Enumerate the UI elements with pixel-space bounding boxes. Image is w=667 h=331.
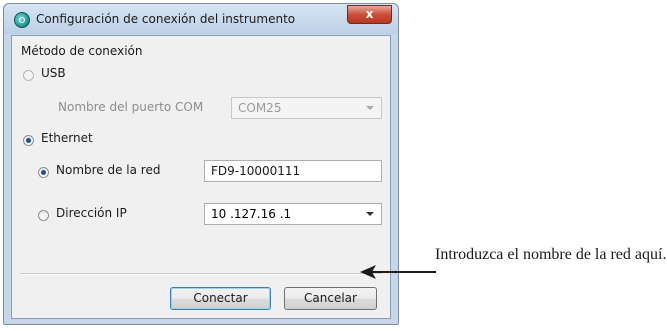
ethernet-radio[interactable] (23, 135, 34, 146)
connection-method-label: Método de conexión (21, 44, 143, 58)
com-port-select[interactable]: COM25 (231, 97, 382, 119)
app-icon (14, 12, 30, 28)
network-name-radio[interactable] (38, 167, 49, 178)
connection-dialog: Configuración de conexión del instrument… (3, 3, 399, 325)
network-name-value: FD9-10000111 (211, 164, 301, 178)
ethernet-label: Ethernet (41, 131, 93, 145)
ip-address-radio[interactable] (38, 210, 49, 221)
com-port-value: COM25 (238, 101, 282, 115)
chevron-down-icon (366, 212, 374, 216)
close-icon: x (365, 7, 374, 21)
chevron-down-icon (366, 106, 374, 110)
dialog-body: Método de conexión USB Nombre del puerto… (11, 35, 391, 319)
connect-button[interactable]: Conectar (170, 287, 271, 310)
title-bar: Configuración de conexión del instrument… (4, 4, 398, 34)
cancel-button[interactable]: Cancelar (284, 287, 377, 310)
ip-address-select[interactable]: 10 .127.16 .1 (204, 203, 382, 225)
close-button[interactable]: x (347, 5, 392, 24)
window-title: Configuración de conexión del instrument… (36, 12, 296, 26)
network-name-label: Nombre de la red (56, 163, 161, 177)
ip-address-value: 10 .127.16 .1 (211, 207, 292, 221)
usb-radio[interactable] (23, 70, 34, 81)
usb-label: USB (41, 66, 66, 80)
divider (20, 273, 382, 275)
callout-arrow-icon (360, 265, 436, 279)
callout-text: Introduzca el nombre de la red aquí. (435, 246, 667, 263)
ip-address-label: Dirección IP (56, 206, 127, 220)
network-name-input[interactable]: FD9-10000111 (204, 160, 382, 182)
com-port-label: Nombre del puerto COM (58, 100, 204, 114)
